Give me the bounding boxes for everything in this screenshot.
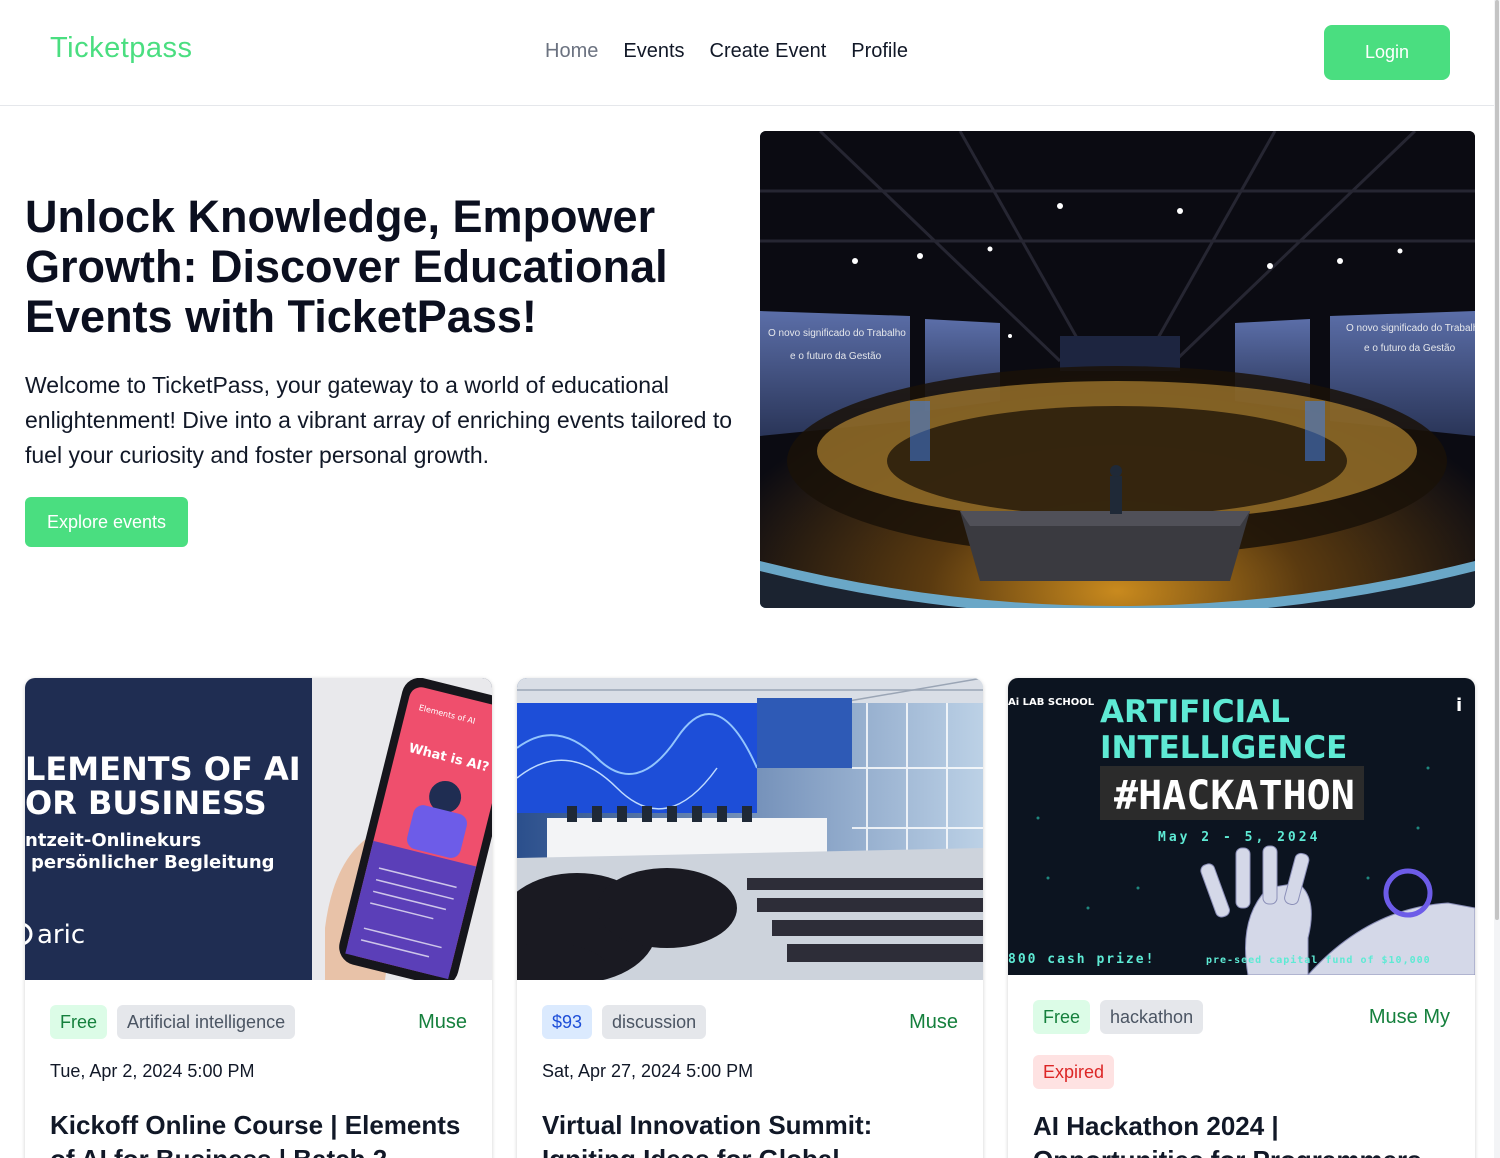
event-image: Ai LAB SCHOOL i ARTIFICIAL INTELLIGENCE … xyxy=(1008,678,1475,975)
category-badge: discussion xyxy=(602,1005,707,1039)
event-title[interactable]: Virtual Innovation Summit: Igniting Idea… xyxy=(542,1108,958,1158)
hero-image: O novo significado do Trabalho e o futur… xyxy=(760,131,1475,608)
summit-hall-illustration xyxy=(517,678,983,980)
slide-text-right-2: e o futuro da Gestão xyxy=(1364,343,1456,354)
school-logo-text: Ai LAB SCHOOL xyxy=(1008,697,1095,708)
slide-text-right-1: O novo significado do Trabalho xyxy=(1346,323,1475,334)
organizer-link[interactable]: Muse xyxy=(418,1005,467,1039)
price-badge: $93 xyxy=(542,1005,593,1039)
event-tags: Free Artificial intelligence Muse xyxy=(50,1005,467,1039)
banner-subtitle-1: ntzeit-Onlinekurs xyxy=(25,830,201,851)
site-header: Ticketpass Home Events Create Event Prof… xyxy=(0,0,1500,106)
event-title[interactable]: AI Hackathon 2024 | Opportunities for Pr… xyxy=(1033,1109,1450,1158)
banner-dates: May 2 - 5, 2024 xyxy=(1158,830,1320,845)
svg-text:i: i xyxy=(1456,695,1462,716)
event-card-body: Free Artificial intelligence Muse Tue, A… xyxy=(50,1005,467,1158)
banner-title-2: OR BUSINESS xyxy=(25,784,267,822)
explore-events-button[interactable]: Explore events xyxy=(25,497,188,547)
nav-events[interactable]: Events xyxy=(623,40,684,63)
page-scrollbar[interactable] xyxy=(1494,0,1500,1158)
slide-text-left-2: e o futuro da Gestão xyxy=(790,351,882,362)
event-card-body: $93 discussion Muse Sat, Apr 27, 2024 5:… xyxy=(542,1005,958,1158)
banner-prize: 800 cash prize! xyxy=(1008,952,1155,967)
hero-description: Welcome to TicketPass, your gateway to a… xyxy=(25,372,733,468)
nav-create-event[interactable]: Create Event xyxy=(710,40,827,63)
nav-home[interactable]: Home xyxy=(545,40,598,63)
event-card[interactable]: $93 discussion Muse Sat, Apr 27, 2024 5:… xyxy=(517,678,983,1158)
main-nav: Home Events Create Event Profile xyxy=(545,40,908,63)
category-badge: hackathon xyxy=(1100,1000,1204,1034)
event-image xyxy=(517,678,983,980)
conference-hall-illustration: O novo significado do Trabalho e o futur… xyxy=(760,131,1475,608)
price-badge: Free xyxy=(50,1005,108,1039)
event-tags: $93 discussion Muse xyxy=(542,1005,958,1039)
organizer-link[interactable]: Muse xyxy=(909,1005,958,1039)
banner-fund: pre-seed capital fund of $10,000 xyxy=(1206,954,1431,966)
category-badge: Artificial intelligence xyxy=(117,1005,296,1039)
banner-brand: aric xyxy=(37,920,85,950)
status-row: Expired xyxy=(1033,1055,1450,1089)
banner-title-1: ARTIFICIAL xyxy=(1100,694,1290,730)
slide-text-left-1: O novo significado do Trabalho xyxy=(768,328,906,339)
elements-of-ai-banner: LEMENTS OF AI OR BUSINESS ntzeit-Onlinek… xyxy=(25,678,492,980)
logo[interactable]: Ticketpass xyxy=(50,32,193,65)
event-date: Tue, Apr 2, 2024 5:00 PM xyxy=(50,1061,255,1081)
expired-badge: Expired xyxy=(1033,1055,1115,1089)
login-button[interactable]: Login xyxy=(1324,25,1450,80)
event-date: Sat, Apr 27, 2024 5:00 PM xyxy=(542,1061,754,1081)
hackathon-banner: Ai LAB SCHOOL i ARTIFICIAL INTELLIGENCE … xyxy=(1008,678,1475,975)
banner-title-3: #HACKATHON xyxy=(1114,773,1355,819)
event-title[interactable]: Kickoff Online Course | Elements of AI f… xyxy=(50,1108,467,1158)
banner-subtitle-2: persönlicher Begleitung xyxy=(31,852,275,873)
price-badge: Free xyxy=(1033,1000,1091,1034)
event-card[interactable]: Ai LAB SCHOOL i ARTIFICIAL INTELLIGENCE … xyxy=(1008,678,1475,1158)
banner-title-1: LEMENTS OF AI xyxy=(25,750,301,788)
organizer-link[interactable]: Muse My xyxy=(1369,1000,1450,1034)
nav-profile[interactable]: Profile xyxy=(851,40,908,63)
scrollbar-thumb[interactable] xyxy=(1495,0,1499,920)
banner-title-2: INTELLIGENCE xyxy=(1100,730,1347,766)
event-tags: Free hackathon Muse My xyxy=(1033,1000,1450,1034)
hero-title: Unlock Knowledge, Empower Growth: Discov… xyxy=(25,191,668,342)
event-image: LEMENTS OF AI OR BUSINESS ntzeit-Onlinek… xyxy=(25,678,492,980)
event-card-body: Free hackathon Muse My Expired AI Hackat… xyxy=(1033,1000,1450,1158)
event-card[interactable]: LEMENTS OF AI OR BUSINESS ntzeit-Onlinek… xyxy=(25,678,492,1158)
